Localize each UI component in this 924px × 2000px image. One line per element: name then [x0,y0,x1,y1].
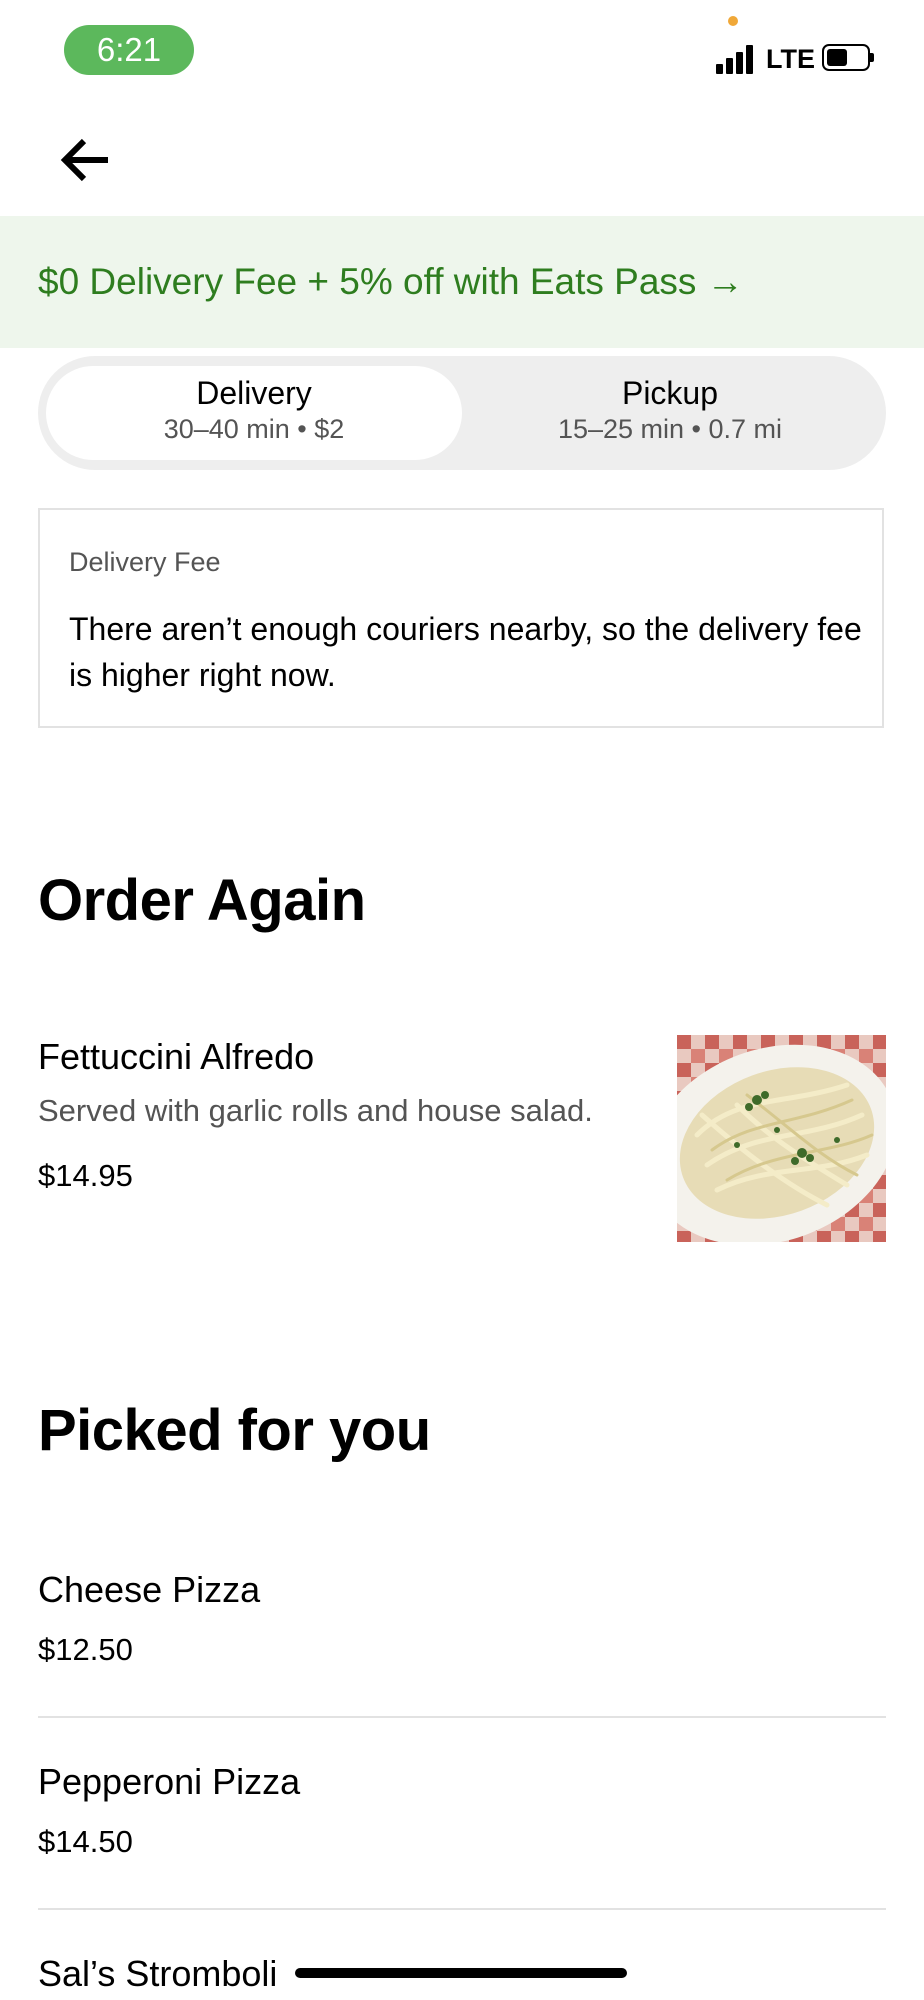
order-again-heading: Order Again [38,868,366,933]
item-name: Fettuccini Alfredo [38,1036,315,1077]
item-price: $12.50 [38,1632,133,1667]
pickup-option-label: Pickup [621,375,719,411]
network-type: LTE [766,44,815,74]
status-time: 6:21 [64,25,194,75]
pickup-option-detail: 15–25 min • 0.7 mi [557,414,783,444]
delivery-option-label: Delivery [196,375,312,411]
order-again-item[interactable]: Fettuccini Alfredo Served with garlic ro… [38,1035,658,1196]
picked-for-you-heading: Picked for you [38,1398,431,1463]
item-name: Cheese Pizza [38,1569,261,1610]
battery-icon [822,44,874,71]
cellular-signal-icon [716,44,758,74]
item-price: $14.50 [38,1824,133,1859]
divider [38,1908,886,1910]
pickup-option[interactable]: Pickup 15–25 min • 0.7 mi [462,374,878,446]
delivery-option[interactable]: Delivery 30–40 min • $2 [46,374,462,446]
item-price: $14.95 [38,1158,133,1193]
delivery-fee-message: There aren’t enough couriers nearby, so … [69,611,862,693]
privacy-indicator-dot [728,16,738,26]
eats-pass-promo-text[interactable]: $0 Delivery Fee + 5% off with Eats Pass … [38,260,744,304]
divider [38,1716,886,1718]
back-button[interactable] [56,130,116,190]
item-name: Pepperoni Pizza [38,1761,301,1802]
item-description: Served with garlic rolls and house salad… [38,1093,593,1128]
arrow-left-icon [60,138,108,182]
menu-item-cheese-pizza[interactable]: Cheese Pizza $12.50 [38,1568,886,1670]
fettuccini-alfredo-photo[interactable] [677,1035,886,1242]
delivery-fee-label: Delivery Fee [69,547,221,577]
menu-item-pepperoni-pizza[interactable]: Pepperoni Pizza $14.50 [38,1760,886,1862]
home-indicator[interactable] [295,1968,627,1978]
delivery-option-detail: 30–40 min • $2 [163,414,345,444]
